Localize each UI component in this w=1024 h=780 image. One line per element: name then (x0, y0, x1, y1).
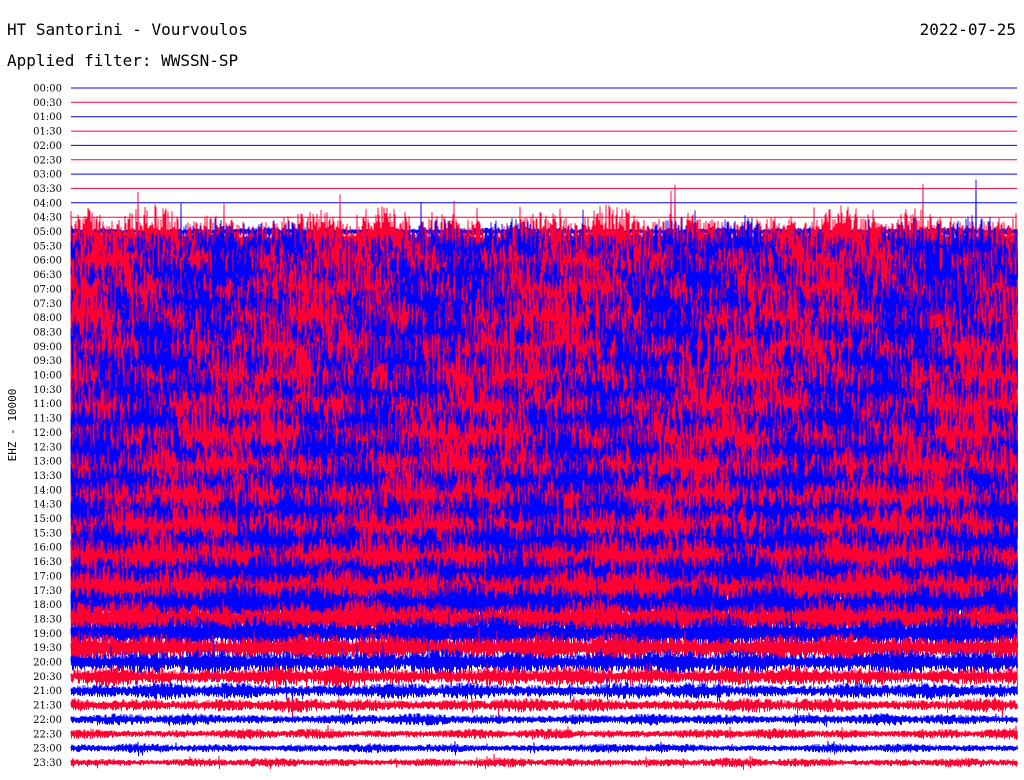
tick-label: 18:00 (33, 600, 62, 611)
tick-label: 02:00 (33, 141, 62, 152)
tick-label: 06:00 (33, 256, 62, 267)
tick-label: 07:30 (33, 299, 62, 310)
tick-label: 03:00 (33, 170, 62, 181)
tick-label: 04:30 (33, 213, 62, 224)
tick-label: 10:00 (33, 371, 62, 382)
trace-line (70, 740, 1018, 757)
helicorder-plot: 00:00 00:30 01:00 01:30 02:00 02:30 03:00 03:30… (6, 84, 1018, 770)
tick-label: 02:30 (33, 155, 62, 166)
tick-label: 11:00 (33, 399, 62, 410)
tick-label: 12:30 (33, 442, 62, 453)
tick-label: 20:30 (33, 672, 62, 683)
tick-label: 17:00 (33, 571, 62, 582)
tick-label: 19:30 (33, 643, 62, 654)
tick-label: 14:30 (33, 500, 62, 511)
tick-label: 05:00 (33, 227, 62, 238)
tick-label: 21:00 (33, 686, 62, 697)
tick-label: 20:00 (33, 658, 62, 669)
trace-line (70, 724, 1018, 741)
tick-label: 10:30 (33, 385, 62, 396)
tick-label: 00:00 (33, 84, 62, 95)
tick-label: 19:00 (33, 629, 62, 640)
tick-label: 00:30 (33, 98, 62, 109)
tick-label: 22:00 (33, 715, 62, 726)
tick-label: 16:00 (33, 543, 62, 554)
tick-label: 23:30 (33, 758, 62, 769)
tick-label: 21:30 (33, 701, 62, 712)
tick-label: 13:00 (33, 457, 62, 468)
trace-line (70, 753, 1018, 770)
tick-label: 07:00 (33, 284, 62, 295)
tick-label: 04:00 (33, 198, 62, 209)
tick-label: 08:30 (33, 327, 62, 338)
tick-label: 18:30 (33, 614, 62, 625)
tick-label: 09:30 (33, 356, 62, 367)
tick-label: 06:30 (33, 270, 62, 281)
tick-label: 12:00 (33, 428, 62, 439)
y-axis-label: EHZ - 10000 (6, 389, 19, 462)
tick-label: 01:00 (33, 112, 62, 123)
tick-label: 23:00 (33, 744, 62, 755)
tick-label: 09:00 (33, 342, 62, 353)
tick-label: 01:30 (33, 127, 62, 138)
tick-label: 15:00 (33, 514, 62, 525)
tick-label: 17:30 (33, 586, 62, 597)
tick-label: 03:30 (33, 184, 62, 195)
tick-label: 16:30 (33, 557, 62, 568)
trace-group (70, 87, 1018, 770)
trace-line (70, 712, 1018, 728)
tick-label: 14:00 (33, 485, 62, 496)
tick-labels: 00:00 00:30 01:00 01:30 02:00 02:30 03:00 03:30… (33, 84, 62, 769)
tick-label: 08:00 (33, 313, 62, 324)
tick-label: 22:30 (33, 729, 62, 740)
tick-label: 15:30 (33, 528, 62, 539)
tick-label: 11:30 (33, 414, 62, 425)
tick-label: 13:30 (33, 471, 62, 482)
tick-label: 05:30 (33, 241, 62, 252)
